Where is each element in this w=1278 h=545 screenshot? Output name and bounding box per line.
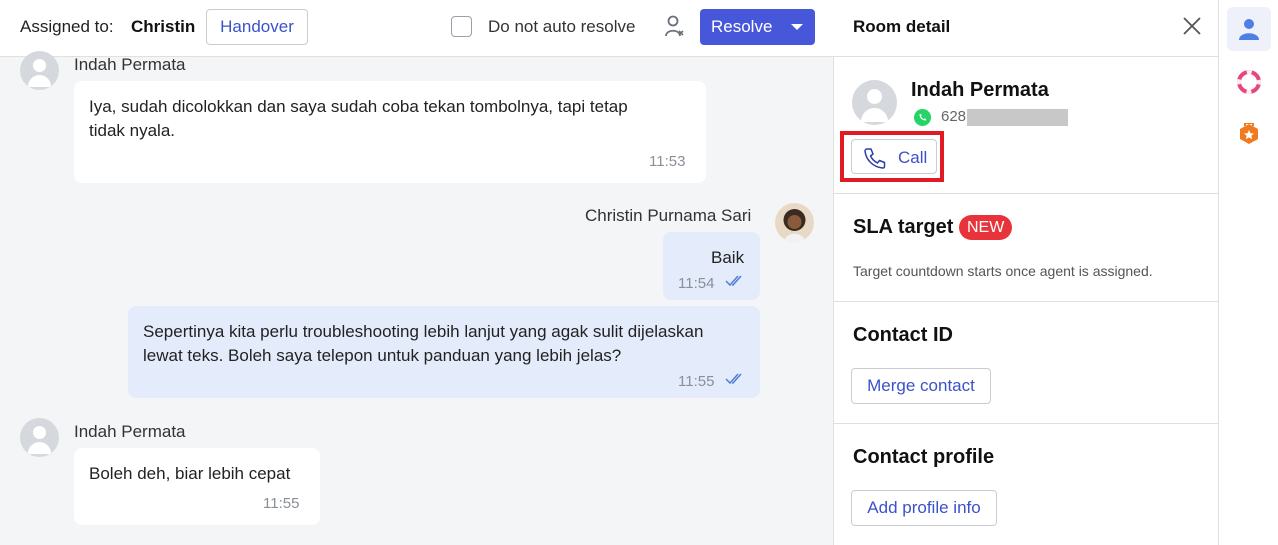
person-icon (1239, 19, 1259, 40)
message-sender: Indah Permata (74, 422, 186, 441)
phone-redaction (967, 109, 1068, 126)
contact-phone: 628 (941, 108, 967, 125)
divider (834, 193, 1219, 194)
message-bubble: Baik 11:54 (663, 232, 760, 300)
resolve-button-label: Resolve (711, 17, 773, 36)
call-button-label: Call (898, 148, 928, 167)
contact-name: Indah Permata (911, 79, 1049, 101)
close-icon[interactable] (1183, 17, 1201, 35)
divider (834, 56, 1219, 57)
message-text: Sepertinya kita perlu troubleshooting le… (143, 322, 704, 365)
auto-resolve-label[interactable]: Do not auto resolve (488, 17, 635, 37)
message-bubble: Iya, sudah dicolokkan dan saya sudah cob… (74, 81, 706, 183)
assign-agent-icon[interactable] (663, 14, 685, 40)
assigned-label: Assigned to: (20, 17, 114, 36)
message-sender: Christin Purnama Sari (585, 206, 752, 225)
message-bubble: Sepertinya kita perlu troubleshooting le… (128, 306, 760, 398)
read-receipt-icon (725, 275, 742, 287)
badge-icon (1240, 123, 1258, 144)
rail-item-contact[interactable] (1227, 7, 1271, 51)
contact-avatar (852, 80, 897, 125)
whatsapp-icon (914, 109, 931, 126)
message-sender: Indah Permata (74, 55, 186, 74)
contact-avatar (20, 51, 59, 90)
message-time: 11:55 (678, 373, 715, 390)
phone-icon (864, 148, 886, 169)
lifebuoy-icon (1237, 70, 1261, 94)
rail-item-badge[interactable] (1227, 113, 1271, 157)
right-rail (1219, 0, 1278, 545)
call-button[interactable]: Call (851, 139, 937, 174)
handover-button[interactable]: Handover (206, 9, 308, 45)
sla-description: Target countdown starts once agent is as… (853, 263, 1153, 279)
contact-avatar (20, 418, 59, 457)
sla-title: SLA target (853, 216, 954, 238)
auto-resolve-checkbox[interactable] (451, 16, 472, 37)
message-time: 11:53 (649, 153, 686, 170)
message-text: Baik (711, 248, 745, 267)
rail-item-support[interactable] (1227, 60, 1271, 104)
message-text: Boleh deh, biar lebih cepat (89, 464, 291, 483)
message-time: 11:55 (263, 495, 300, 512)
new-badge: NEW (959, 215, 1013, 240)
message-time: 11:54 (678, 275, 715, 292)
resolve-button[interactable]: Resolve (700, 9, 815, 45)
divider (834, 301, 1219, 302)
add-profile-info-button[interactable]: Add profile info (851, 490, 997, 526)
contact-profile-title: Contact profile (853, 446, 995, 468)
panel-title: Room detail (853, 17, 951, 36)
merge-contact-button[interactable]: Merge contact (851, 368, 991, 404)
room-detail-panel: Room detail Indah Permata 628 Call SLA t… (834, 0, 1219, 545)
read-receipt-icon (725, 373, 742, 385)
agent-avatar (775, 203, 814, 242)
assigned-agent-name: Christin (131, 17, 196, 36)
chat-panel: Assigned to: Christin Handover Do not au… (0, 0, 834, 545)
contact-id-title: Contact ID (853, 324, 953, 346)
message-bubble: Boleh deh, biar lebih cepat 11:55 (74, 448, 320, 525)
message-text: Iya, sudah dicolokkan dan saya sudah cob… (89, 97, 628, 140)
divider (834, 423, 1219, 424)
chevron-down-icon[interactable] (791, 24, 803, 30)
chat-header: Assigned to: Christin Handover Do not au… (0, 0, 834, 57)
